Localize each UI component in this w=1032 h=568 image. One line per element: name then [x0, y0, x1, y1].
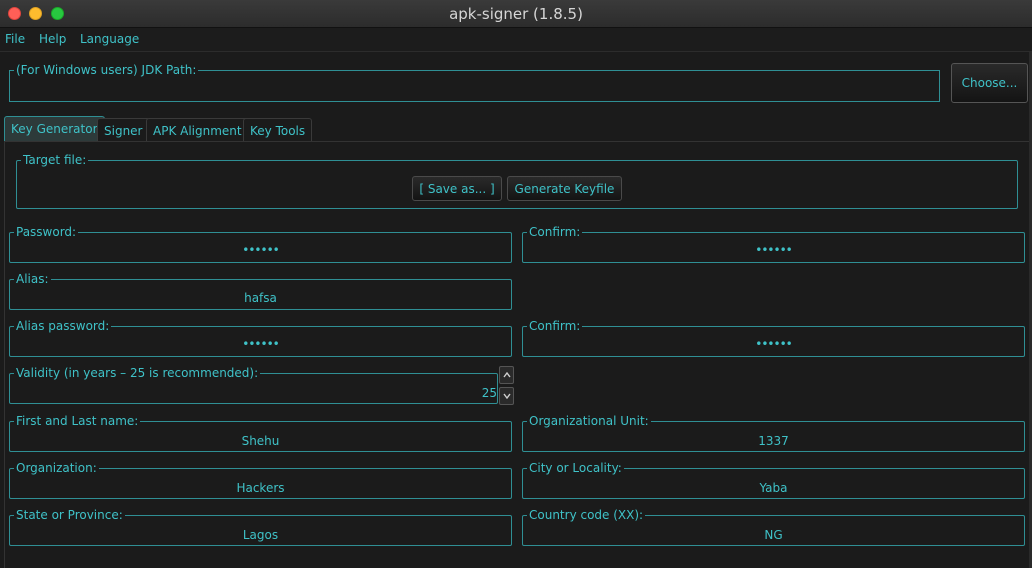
organization-field[interactable]: Organization: Hackers	[9, 461, 512, 499]
org-unit-label: Organizational Unit:	[527, 414, 651, 428]
tab-apk-alignment[interactable]: APK Alignment	[146, 118, 249, 142]
chevron-up-icon	[503, 372, 511, 378]
first-last-name-value: Shehu	[241, 434, 280, 448]
validity-decrement-button[interactable]	[499, 387, 514, 405]
jdk-path-field[interactable]: (For Windows users) JDK Path:	[9, 63, 940, 102]
alias-password-label: Alias password:	[14, 319, 112, 333]
password-field[interactable]: Password: ••••••	[9, 225, 512, 263]
org-unit-value: 1337	[758, 434, 789, 448]
password-confirm-label: Confirm:	[527, 225, 583, 239]
menu-language[interactable]: Language	[80, 32, 139, 46]
menu-bar: File Help Language	[0, 28, 1032, 52]
password-confirm-field[interactable]: Confirm: ••••••	[522, 225, 1025, 263]
choose-button[interactable]: Choose...	[951, 63, 1028, 103]
state-field[interactable]: State or Province: Lagos	[9, 508, 512, 546]
password-value: ••••••	[242, 243, 279, 257]
organization-label: Organization:	[14, 461, 99, 475]
menu-file[interactable]: File	[5, 32, 25, 46]
city-label: City or Locality:	[527, 461, 624, 475]
alias-value: hafsa	[244, 291, 277, 305]
alias-password-confirm-value: ••••••	[755, 337, 792, 351]
validity-label: Validity (in years – 25 is recommended):	[14, 366, 261, 380]
org-unit-field[interactable]: Organizational Unit: 1337	[522, 414, 1025, 452]
alias-field[interactable]: Alias: hafsa	[9, 272, 512, 310]
country-field[interactable]: Country code (XX): NG	[522, 508, 1025, 546]
alias-password-confirm-field[interactable]: Confirm: ••••••	[522, 319, 1025, 357]
validity-field[interactable]: Validity (in years – 25 is recommended):…	[9, 366, 498, 404]
alias-password-confirm-label: Confirm:	[527, 319, 583, 333]
first-last-name-field[interactable]: First and Last name: Shehu	[9, 414, 512, 452]
first-last-name-label: First and Last name:	[14, 414, 141, 428]
jdk-path-label: (For Windows users) JDK Path:	[14, 63, 199, 77]
target-file-label: Target file:	[21, 153, 89, 167]
city-value: Yaba	[759, 481, 788, 495]
title-bar: apk-signer (1.8.5)	[0, 0, 1032, 28]
password-label: Password:	[14, 225, 79, 239]
password-confirm-value: ••••••	[755, 243, 792, 257]
state-value: Lagos	[242, 528, 279, 542]
save-as-button[interactable]: [ Save as... ]	[412, 176, 502, 201]
generate-keyfile-button[interactable]: Generate Keyfile	[507, 176, 622, 201]
organization-value: Hackers	[236, 481, 285, 495]
window-title: apk-signer (1.8.5)	[449, 5, 583, 23]
country-value: NG	[764, 528, 783, 542]
validity-value: 25	[481, 386, 497, 400]
state-label: State or Province:	[14, 508, 125, 522]
tab-key-generator[interactable]: Key Generator	[4, 116, 105, 141]
tab-key-tools[interactable]: Key Tools	[243, 118, 313, 142]
tab-signer[interactable]: Signer	[97, 118, 150, 142]
country-label: Country code (XX):	[527, 508, 646, 522]
alias-password-field[interactable]: Alias password: ••••••	[9, 319, 512, 357]
alias-password-value: ••••••	[242, 337, 279, 351]
chevron-down-icon	[503, 393, 511, 399]
menu-help[interactable]: Help	[39, 32, 66, 46]
validity-increment-button[interactable]	[499, 366, 514, 384]
city-field[interactable]: City or Locality: Yaba	[522, 461, 1025, 499]
alias-label: Alias:	[14, 272, 51, 286]
